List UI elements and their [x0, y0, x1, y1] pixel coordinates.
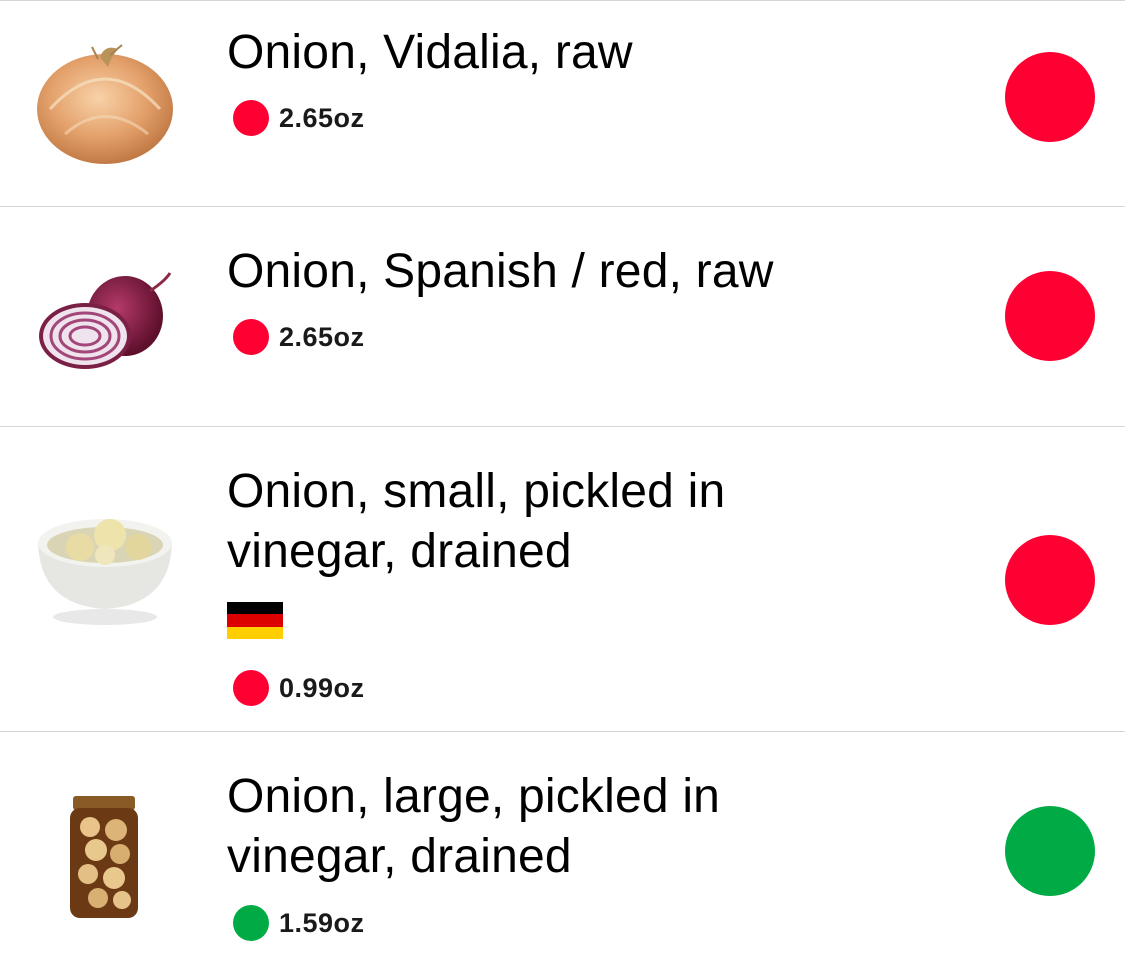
list-item-onion-small-pickled[interactable]: Onion, small, pickled in vinegar, draine…	[0, 427, 1125, 731]
quantity-status-dot	[233, 319, 269, 355]
pickled-onion-jar-icon	[40, 792, 170, 922]
quantity-status-dot	[233, 670, 269, 706]
list-item-onion-large-pickled[interactable]: Onion, large, pickled in vinegar, draine…	[0, 732, 1125, 963]
list-item-onion-vidalia[interactable]: Onion, Vidalia, raw 2.65oz	[0, 1, 1125, 206]
item-quantity: 0.99oz	[279, 672, 365, 703]
item-title-line: vinegar, drained	[227, 525, 572, 578]
item-quantity: 2.65oz	[279, 102, 365, 133]
item-title: Onion, small, pickled in vinegar, draine…	[227, 462, 867, 582]
yellow-onion-icon	[30, 39, 180, 169]
germany-flag-icon	[227, 602, 283, 639]
item-title: Onion, Spanish / red, raw	[227, 245, 774, 298]
quantity-status-dot	[233, 100, 269, 136]
item-quantity: 2.65oz	[279, 321, 365, 352]
item-title: Onion, large, pickled in vinegar, draine…	[227, 767, 867, 887]
item-title-line: Onion, small, pickled in	[227, 465, 726, 518]
item-meta: 2.65oz	[233, 100, 365, 136]
quantity-status-dot	[233, 905, 269, 941]
item-quantity: 1.59oz	[279, 907, 365, 938]
item-title-line: vinegar, drained	[227, 830, 572, 883]
item-title-line: Onion, large, pickled in	[227, 770, 721, 823]
red-onion-icon	[30, 251, 180, 381]
food-list: Onion, Vidalia, raw 2.65oz Onion, Spanis…	[0, 0, 1125, 963]
item-meta: 2.65oz	[233, 319, 365, 355]
status-indicator-button[interactable]	[1005, 271, 1095, 361]
status-indicator-button[interactable]	[1005, 52, 1095, 142]
pickled-onion-bowl-icon	[30, 505, 180, 635]
list-item-onion-spanish-red[interactable]: Onion, Spanish / red, raw 2.65oz	[0, 207, 1125, 426]
item-meta: 1.59oz	[233, 905, 365, 941]
status-indicator-button[interactable]	[1005, 806, 1095, 896]
item-title: Onion, Vidalia, raw	[227, 26, 633, 79]
item-meta: 0.99oz	[233, 670, 365, 706]
status-indicator-button[interactable]	[1005, 535, 1095, 625]
